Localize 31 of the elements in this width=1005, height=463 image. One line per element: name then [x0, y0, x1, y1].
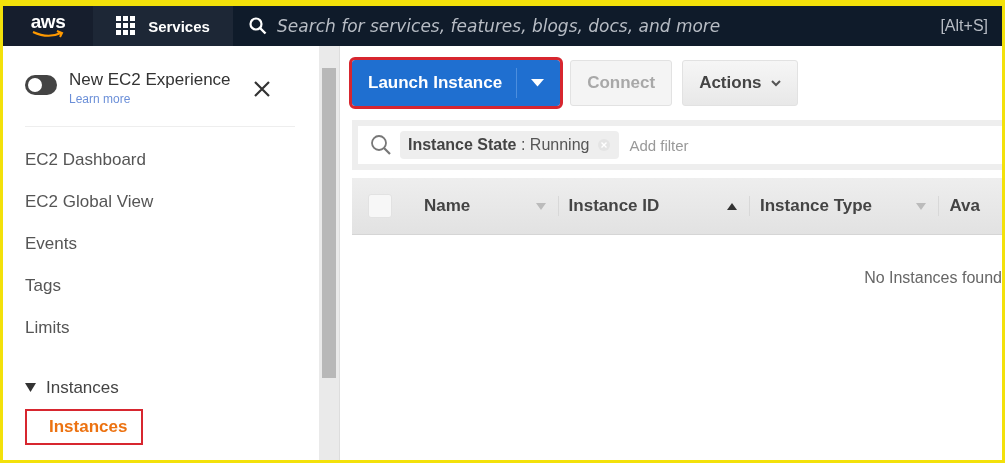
caret-icon	[25, 383, 36, 393]
filter-field[interactable]: Instance State : Running Add filter	[358, 126, 1002, 164]
actions-button[interactable]: Actions	[682, 60, 799, 106]
column-header[interactable]: Name	[424, 196, 471, 216]
grid-icon	[116, 16, 137, 36]
toggle-switch[interactable]	[25, 75, 57, 95]
remove-icon	[597, 138, 612, 152]
search-icon	[370, 134, 392, 156]
empty-message: No Instances found	[864, 269, 1002, 287]
filter-token[interactable]: Instance State : Running	[400, 131, 620, 159]
services-button[interactable]: Services	[93, 6, 233, 46]
sidebar-item[interactable]: EC2 Dashboard	[25, 139, 146, 181]
chevron-down-icon	[771, 79, 782, 87]
close-icon	[252, 80, 271, 98]
logo[interactable]: aws	[3, 6, 93, 46]
sidebar-item[interactable]: Limits	[25, 307, 70, 349]
smile-arrow-icon	[31, 30, 65, 38]
search-icon	[249, 17, 267, 35]
column-header[interactable]: Instance ID	[568, 196, 660, 216]
scroll-thumb[interactable]	[322, 68, 336, 378]
caret-icon	[531, 79, 545, 87]
sidebar-item[interactable]: EC2 Global View	[25, 181, 154, 223]
sidebar-item[interactable]: Events	[25, 223, 77, 265]
launch-instance-button[interactable]: Launch Instance	[352, 60, 561, 106]
shortcut-hint: [Alt+S]	[940, 17, 988, 35]
column-header[interactable]: Instance Type	[759, 196, 873, 216]
toggle-label: New EC2 Experience	[69, 70, 231, 90]
scrollbar[interactable]	[319, 46, 340, 460]
section-header[interactable]: Instances	[25, 373, 119, 403]
sidebar-item[interactable]: Tags	[25, 265, 61, 307]
column-header[interactable]: Ava	[949, 196, 980, 216]
